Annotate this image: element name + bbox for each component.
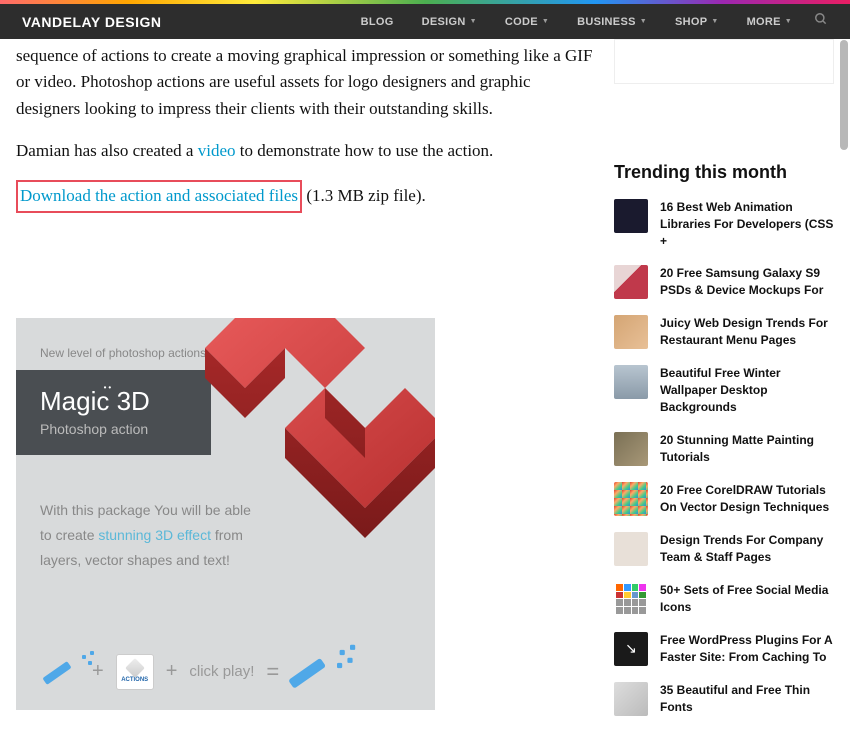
trending-title: Juicy Web Design Trends For Restaurant M… <box>660 315 834 349</box>
wand-icon <box>40 657 80 687</box>
chevron-down-icon: ▼ <box>785 18 792 25</box>
ad-slot <box>614 39 834 84</box>
thumbnail <box>614 199 648 233</box>
actions-icon: ACTIONS <box>116 654 154 690</box>
nav-label: CODE <box>505 16 538 28</box>
thumbnail <box>614 432 648 466</box>
trending-item[interactable]: 20 Stunning Matte Painting Tutorials <box>614 432 834 466</box>
trending-title: 35 Beautiful and Free Thin Fonts <box>660 682 834 716</box>
nav-more[interactable]: MORE ▼ <box>733 12 806 31</box>
trending-title: Beautiful Free Winter Wallpaper Desktop … <box>660 365 834 415</box>
chevron-down-icon: ▼ <box>711 18 718 25</box>
brand-logo[interactable]: VANDELAY DESIGN <box>22 14 162 30</box>
trending-title: Design Trends For Company Team & Staff P… <box>660 532 834 566</box>
promo-body: With this package You will be able to cr… <box>40 498 260 574</box>
trending-item[interactable]: 35 Beautiful and Free Thin Fonts <box>614 682 834 716</box>
promo-title: Magi••c 3D <box>40 386 187 417</box>
trending-item[interactable]: 20 Free CorelDRAW Tutorials On Vector De… <box>614 482 834 516</box>
search-icon[interactable] <box>814 12 828 31</box>
nav-label: DESIGN <box>422 16 466 28</box>
chevron-down-icon: ▼ <box>470 18 477 25</box>
promo-subtitle: Photoshop action <box>40 421 187 437</box>
trending-item[interactable]: 16 Best Web Animation Libraries For Deve… <box>614 199 834 249</box>
promo-steps: + ACTIONS + click play! = <box>40 654 331 690</box>
download-highlight: Download the action and associated files <box>16 180 302 212</box>
trending-item[interactable]: Juicy Web Design Trends For Restaurant M… <box>614 315 834 349</box>
trending-item[interactable]: Design Trends For Company Team & Staff P… <box>614 532 834 566</box>
trending-heading: Trending this month <box>614 162 834 183</box>
nav-label: MORE <box>747 16 781 28</box>
trending-title: 16 Best Web Animation Libraries For Deve… <box>660 199 834 249</box>
promo-title-box: Magi••c 3D Photoshop action <box>16 370 211 455</box>
equals-icon: = <box>266 659 279 685</box>
nav-blog[interactable]: BLOG <box>347 12 408 31</box>
nav-shop[interactable]: SHOP ▼ <box>661 12 733 31</box>
plus-icon: + <box>92 660 104 683</box>
text: Damian has also created a <box>16 141 198 160</box>
nav-business[interactable]: BUSINESS ▼ <box>563 12 661 31</box>
nav-label: BLOG <box>361 16 394 28</box>
thumbnail <box>614 315 648 349</box>
thumbnail <box>614 265 648 299</box>
paragraph: Download the action and associated files… <box>16 180 596 212</box>
trending-title: 20 Free Samsung Galaxy S9 PSDs & Device … <box>660 265 834 299</box>
top-nav: VANDELAY DESIGN BLOG DESIGN ▼ CODE ▼ BUSIN… <box>0 4 850 39</box>
thumbnail <box>614 482 648 516</box>
trending-item[interactable]: 20 Free Samsung Galaxy S9 PSDs & Device … <box>614 265 834 299</box>
trending-item[interactable]: 50+ Sets of Free Social Media Icons <box>614 582 834 616</box>
nav-code[interactable]: CODE ▼ <box>491 12 563 31</box>
plus-icon: + <box>166 660 178 683</box>
promo-link: stunning 3D effect <box>98 527 211 543</box>
text: to demonstrate how to use the action. <box>236 141 494 160</box>
nav-design[interactable]: DESIGN ▼ <box>408 12 491 31</box>
paragraph: Damian has also created a video to demon… <box>16 138 596 164</box>
thumbnail <box>614 582 648 616</box>
trending-title: 20 Stunning Matte Painting Tutorials <box>660 432 834 466</box>
article-content: sequence of actions to create a moving g… <box>16 39 596 732</box>
file-meta: (1.3 MB zip file). <box>302 186 426 205</box>
thumbnail <box>614 532 648 566</box>
chevron-down-icon: ▼ <box>640 18 647 25</box>
scrollbar[interactable] <box>840 40 848 150</box>
trending-title: 20 Free CorelDRAW Tutorials On Vector De… <box>660 482 834 516</box>
thumbnail: ↘ <box>614 632 648 666</box>
click-play-label: click play! <box>189 663 254 680</box>
chevron-down-icon: ▼ <box>542 18 549 25</box>
video-link[interactable]: video <box>198 141 236 160</box>
nav-label: SHOP <box>675 16 707 28</box>
trending-title: Free WordPress Plugins For A Faster Site… <box>660 632 834 666</box>
thumbnail <box>614 682 648 716</box>
trending-item[interactable]: Beautiful Free Winter Wallpaper Desktop … <box>614 365 834 415</box>
wand-icon <box>285 652 337 691</box>
paragraph: sequence of actions to create a moving g… <box>16 43 596 122</box>
sidebar: Trending this month 16 Best Web Animatio… <box>614 39 834 732</box>
nav-label: BUSINESS <box>577 16 636 28</box>
trending-item[interactable]: ↘ Free WordPress Plugins For A Faster Sit… <box>614 632 834 666</box>
trending-title: 50+ Sets of Free Social Media Icons <box>660 582 834 616</box>
nav-menu: BLOG DESIGN ▼ CODE ▼ BUSINESS ▼ SHOP ▼ MORE ▼ <box>347 12 828 31</box>
promo-image: New level of photoshop actions! Magi••c … <box>16 318 435 710</box>
thumbnail <box>614 365 648 399</box>
download-link[interactable]: Download the action and associated files <box>20 186 298 205</box>
